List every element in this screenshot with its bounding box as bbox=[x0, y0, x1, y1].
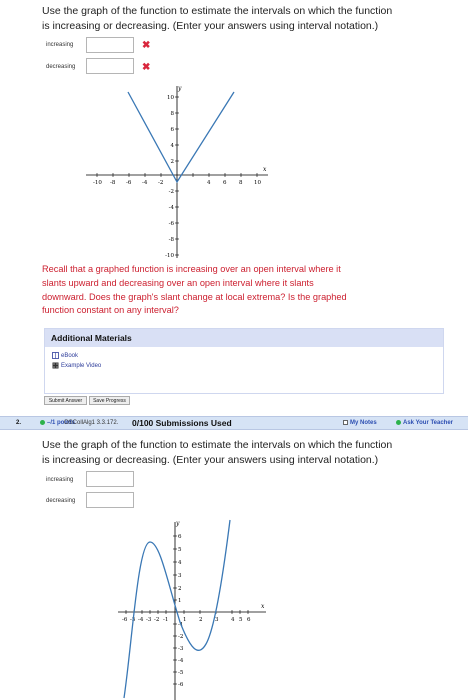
hint-line: function constant on any interval? bbox=[42, 305, 179, 316]
x-tick-label: -3 bbox=[146, 617, 152, 623]
decreasing-label: decreasing bbox=[46, 64, 76, 70]
incorrect-icon: ✖ bbox=[142, 62, 151, 73]
question-prompt-line-2: is increasing or decreasing. (Enter your… bbox=[42, 20, 379, 32]
y-tick-label: -10 bbox=[165, 253, 174, 259]
x-tick-label: 10 bbox=[254, 180, 261, 186]
y-tick-label: 5 bbox=[178, 547, 182, 553]
ask-teacher-button[interactable]: Ask Your Teacher bbox=[396, 417, 453, 429]
y-tick-label: 10 bbox=[167, 95, 174, 101]
y-tick-label: 6 bbox=[178, 534, 182, 540]
y-tick-label: 4 bbox=[178, 560, 182, 566]
y-axis-label: y bbox=[177, 85, 182, 92]
my-notes-button[interactable]: My Notes bbox=[343, 417, 377, 429]
x-tick-label: 8 bbox=[239, 180, 243, 186]
x-tick-label: -8 bbox=[110, 180, 116, 186]
y-tick-label: 8 bbox=[171, 111, 175, 117]
ask-teacher-label: Ask Your Teacher bbox=[403, 420, 454, 426]
x-tick-label: -2 bbox=[154, 617, 159, 623]
ebook-label: eBook bbox=[61, 352, 79, 359]
function-curve bbox=[123, 519, 231, 699]
incorrect-icon: ✖ bbox=[142, 40, 151, 51]
x-tick-label: 4 bbox=[207, 180, 211, 186]
y-tick-label: -4 bbox=[178, 658, 184, 664]
book-icon bbox=[52, 352, 59, 359]
question-1: Use the graph of the function to estimat… bbox=[0, 0, 468, 410]
question-prompt-line-1: Use the graph of the function to estimat… bbox=[42, 439, 393, 451]
question-2-header: 2. –/1 points OSCollAlg1 3.3.172. 0/100 … bbox=[0, 416, 468, 430]
my-notes-label: My Notes bbox=[350, 420, 377, 426]
y-tick-label: -5 bbox=[178, 670, 184, 676]
decreasing-label: decreasing bbox=[46, 498, 76, 504]
increasing-input[interactable] bbox=[86, 37, 134, 53]
x-tick-label: 1 bbox=[183, 617, 187, 623]
y-tick-label: 1 bbox=[178, 598, 182, 604]
x-tick-label: -1 bbox=[163, 617, 168, 623]
function-graph-1: x y -10 -8 -6 -4 -2 4 6 8 10 10 8 6 4 2 bbox=[86, 85, 268, 259]
example-video-label: Example Video bbox=[61, 362, 102, 369]
x-tick-label: 6 bbox=[223, 180, 227, 186]
function-curve bbox=[127, 91, 235, 184]
x-tick-label: -6 bbox=[122, 617, 128, 623]
increasing-label: increasing bbox=[46, 477, 74, 483]
decreasing-input[interactable] bbox=[86, 492, 134, 508]
x-tick-label: 2 bbox=[199, 617, 203, 623]
y-axis-label: y bbox=[175, 520, 180, 527]
checkbox-icon bbox=[343, 419, 348, 425]
increasing-label: increasing bbox=[46, 42, 74, 48]
y-tick-label: -2 bbox=[169, 189, 174, 195]
y-tick-label: 4 bbox=[171, 143, 175, 149]
status-dot-icon bbox=[40, 419, 45, 425]
y-tick-label: 3 bbox=[178, 573, 182, 579]
x-axis-label: x bbox=[261, 603, 265, 610]
x-tick-label: 6 bbox=[247, 617, 251, 623]
film-icon bbox=[52, 362, 59, 369]
y-tick-label: -3 bbox=[178, 646, 184, 652]
hint-line: slants upward and decreasing over an ope… bbox=[42, 277, 314, 288]
x-tick-label: -6 bbox=[126, 180, 132, 186]
increasing-input[interactable] bbox=[86, 471, 134, 487]
x-tick-label: 4 bbox=[231, 617, 235, 623]
x-tick-label: 5 bbox=[239, 617, 243, 623]
y-tick-label: -6 bbox=[178, 682, 184, 688]
y-tick-label: -4 bbox=[169, 205, 175, 211]
x-axis-label: x bbox=[263, 166, 267, 173]
x-tick-label: -4 bbox=[138, 617, 144, 623]
y-tick-label: -2 bbox=[178, 634, 183, 640]
additional-materials-title: Additional Materials bbox=[45, 329, 443, 347]
function-graph-2: x y -6 -5 -4 -3 -2 -1 1 2 3 4 5 6 6 5 4 … bbox=[118, 519, 266, 700]
x-tick-label: -10 bbox=[93, 180, 102, 186]
y-tick-label: 2 bbox=[178, 586, 182, 592]
hint-line: downward. Does the graph's slant change … bbox=[42, 291, 347, 302]
x-tick-label: 3 bbox=[215, 617, 219, 623]
x-tick-label: -4 bbox=[142, 180, 148, 186]
y-tick-label: -8 bbox=[169, 237, 175, 243]
save-progress-button[interactable]: Save Progress bbox=[89, 396, 130, 405]
x-tick-label: -2 bbox=[158, 180, 163, 186]
y-tick-label: 6 bbox=[171, 127, 175, 133]
y-tick-label: -6 bbox=[169, 221, 175, 227]
question-number: 2. bbox=[16, 420, 22, 426]
submissions-used: 0/100 Submissions Used bbox=[132, 418, 232, 428]
example-video-link[interactable]: Example Video bbox=[52, 362, 101, 369]
submit-answer-button[interactable]: Submit Answer bbox=[44, 396, 87, 405]
hint-text: Recall that a graphed function is increa… bbox=[42, 263, 442, 318]
hint-line: Recall that a graphed function is increa… bbox=[42, 264, 341, 274]
y-tick-label: 2 bbox=[171, 159, 175, 165]
question-prompt-line-1: Use the graph of the function to estimat… bbox=[42, 5, 393, 17]
course-code: OSCollAlg1 3.3.172. bbox=[64, 420, 119, 426]
additional-materials-panel: Additional Materials eBook Example Video bbox=[44, 328, 444, 394]
question-prompt-line-2: is increasing or decreasing. (Enter your… bbox=[42, 454, 379, 466]
status-dot-icon bbox=[396, 419, 401, 425]
decreasing-input[interactable] bbox=[86, 58, 134, 74]
ebook-link[interactable]: eBook bbox=[52, 352, 78, 359]
